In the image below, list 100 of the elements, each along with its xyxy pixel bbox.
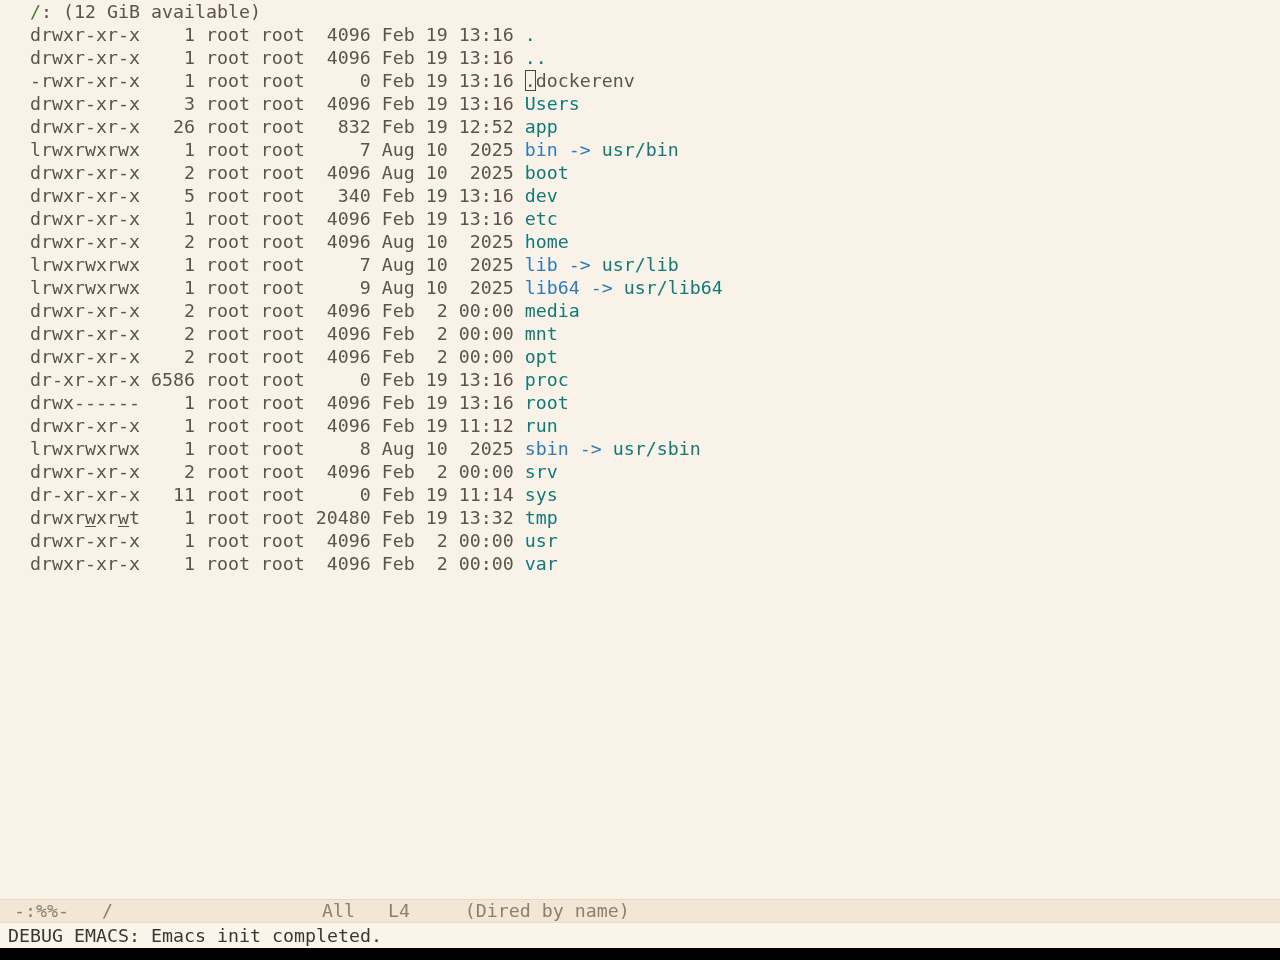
directory-name[interactable]: proc (524, 368, 569, 391)
modified-date: Aug 10 2025 (381, 230, 514, 253)
permissions-text: drwxrwxrwt (30, 506, 140, 529)
owner-name: root (205, 276, 250, 299)
file-size: 4096 (326, 207, 371, 230)
buffer-position: All (321, 900, 355, 922)
permissions-text: dr-xr-xr-x (30, 368, 140, 391)
file-size: 4096 (326, 529, 371, 552)
permissions-text: drwxr-xr-x (30, 92, 140, 115)
group-name: root (260, 322, 305, 345)
owner-name: root (205, 322, 250, 345)
directory-name[interactable]: opt (524, 345, 558, 368)
modified-date: Feb 19 13:16 (381, 391, 514, 414)
permissions-text: dr-xr-xr-x (30, 483, 140, 506)
permissions-text: drwxr-xr-x (30, 322, 140, 345)
directory-name[interactable]: .. (524, 46, 547, 69)
group-name: root (260, 437, 305, 460)
file-size: 4096 (326, 46, 371, 69)
directory-name[interactable]: media (524, 299, 580, 322)
directory-name[interactable]: Users (524, 92, 580, 115)
permissions-text: lrwxrwxrwx (30, 437, 140, 460)
owner-name: root (205, 184, 250, 207)
directory-name[interactable]: . (524, 23, 536, 46)
symlink-name[interactable]: lib64 (524, 276, 580, 299)
free-space-text: : (12 GiB available) (41, 0, 261, 23)
group-name: root (260, 138, 305, 161)
file-size: 4096 (326, 92, 371, 115)
file-size: 4096 (326, 322, 371, 345)
directory-name[interactable]: home (524, 230, 569, 253)
directory-name[interactable]: sys (524, 483, 558, 506)
owner-name: root (205, 299, 250, 322)
link-count: 1 (183, 276, 195, 299)
directory-name[interactable]: var (524, 552, 558, 575)
link-count: 1 (183, 253, 195, 276)
owner-name: root (205, 483, 250, 506)
modified-date: Feb 19 11:12 (381, 414, 514, 437)
directory-name[interactable]: boot (524, 161, 569, 184)
link-count: 1 (183, 414, 195, 437)
file-size: 4096 (326, 161, 371, 184)
directory-name[interactable]: usr (524, 529, 558, 552)
modified-date: Feb 19 13:32 (381, 506, 514, 529)
owner-name: root (205, 92, 250, 115)
file-size: 4096 (326, 552, 371, 575)
directory-name[interactable]: tmp (524, 506, 558, 529)
permissions-text: drwxr-xr-x (30, 184, 140, 207)
symlink-name[interactable]: sbin (524, 437, 569, 460)
group-name: root (260, 253, 305, 276)
directory-name[interactable]: mnt (524, 322, 558, 345)
link-count: 2 (183, 322, 195, 345)
directory-name[interactable]: app (524, 115, 558, 138)
owner-name: root (205, 253, 250, 276)
modified-date: Feb 2 00:00 (381, 460, 514, 483)
modified-date: Feb 19 12:52 (381, 115, 514, 138)
permissions-text: lrwxrwxrwx (30, 138, 140, 161)
group-name: root (260, 506, 305, 529)
directory-name[interactable]: etc (524, 207, 558, 230)
symlink-name[interactable]: bin (524, 138, 558, 161)
link-count: 26 (172, 115, 195, 138)
owner-name: root (205, 69, 250, 92)
modified-date: Feb 19 13:16 (381, 207, 514, 230)
link-count: 1 (183, 69, 195, 92)
file-size: 0 (359, 368, 371, 391)
link-count: 3 (183, 92, 195, 115)
directory-name[interactable]: root (524, 391, 569, 414)
group-name: root (260, 391, 305, 414)
link-count: 1 (183, 552, 195, 575)
link-count: 1 (183, 207, 195, 230)
group-name: root (260, 46, 305, 69)
major-mode: (Dired by name) (464, 900, 630, 922)
group-name: root (260, 368, 305, 391)
owner-name: root (205, 391, 250, 414)
permissions-text: drwxr-xr-x (30, 23, 140, 46)
file-size: 4096 (326, 299, 371, 322)
permissions-text: drwxr-xr-x (30, 115, 140, 138)
modified-date: Feb 19 13:16 (381, 46, 514, 69)
owner-name: root (205, 23, 250, 46)
directory-name[interactable]: srv (524, 460, 558, 483)
group-name: root (260, 345, 305, 368)
directory-name[interactable]: dev (524, 184, 558, 207)
file-size: 4096 (326, 414, 371, 437)
owner-name: root (205, 529, 250, 552)
symlink-name[interactable]: lib (524, 253, 558, 276)
modified-date: Aug 10 2025 (381, 253, 514, 276)
modified-date: Feb 19 11:14 (381, 483, 514, 506)
directory-path: / (30, 0, 41, 23)
file-size: 8 (359, 437, 371, 460)
modified-date: Feb 19 13:16 (381, 368, 514, 391)
owner-name: root (205, 138, 250, 161)
link-target: usr/lib64 (623, 276, 723, 299)
modified-date: Aug 10 2025 (381, 138, 514, 161)
link-count: 6586 (150, 368, 195, 391)
group-name: root (260, 115, 305, 138)
permissions-text: drwxr-xr-x (30, 230, 140, 253)
permissions-text: lrwxrwxrwx (30, 276, 140, 299)
directory-name[interactable]: run (524, 414, 558, 437)
modified-date: Feb 19 13:16 (381, 69, 514, 92)
file-size: 832 (337, 115, 371, 138)
link-count: 1 (183, 391, 195, 414)
modified-date: Aug 10 2025 (381, 437, 514, 460)
group-name: root (260, 23, 305, 46)
